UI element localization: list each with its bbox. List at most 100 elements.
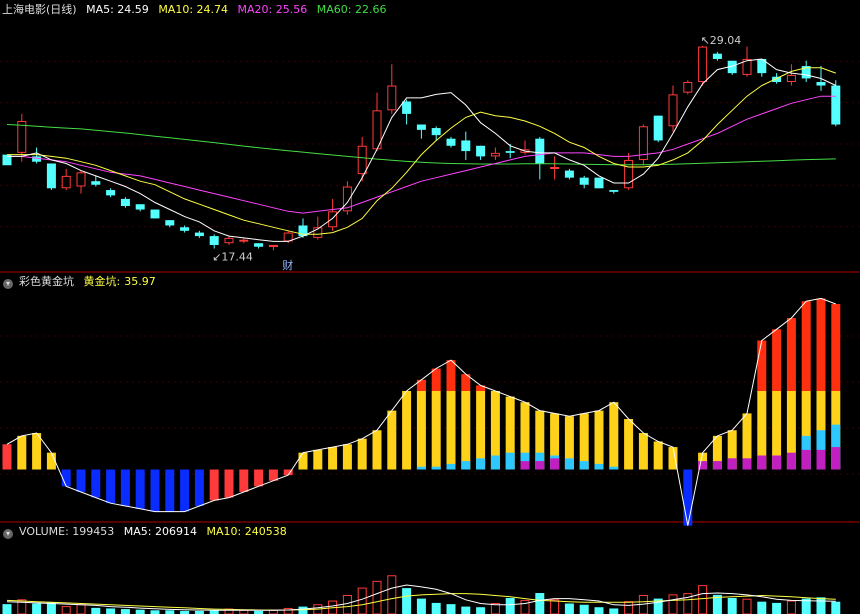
high-price-label: ↖29.04	[701, 34, 742, 47]
volume-bar	[135, 609, 145, 614]
gold-bar	[224, 469, 234, 498]
legend-ma20: MA20: 25.56	[237, 3, 308, 16]
gold-bar	[831, 447, 841, 470]
gold-bar	[416, 390, 426, 470]
gold-bar	[505, 452, 515, 470]
volume-pane-title: VOLUME: 199453	[19, 525, 115, 538]
gold-bar	[416, 379, 426, 391]
volume-bar	[786, 600, 796, 614]
candle-body	[76, 172, 86, 187]
candle-body	[535, 138, 545, 164]
candle-body	[224, 237, 234, 244]
volume-bar	[624, 601, 634, 614]
candle-body	[490, 152, 500, 157]
candle-body	[150, 209, 160, 219]
gold-bar	[816, 449, 826, 470]
gold-bar	[32, 433, 42, 470]
gold-bar	[194, 469, 204, 506]
gold-bar	[476, 390, 486, 470]
pane-menu-icon[interactable]: ▾	[3, 279, 13, 289]
gold-bar	[757, 340, 767, 391]
candle-body	[91, 181, 101, 185]
gold-bar	[594, 410, 604, 470]
volume-bar	[150, 610, 160, 614]
candle-body	[135, 204, 145, 210]
volume-bar	[831, 601, 841, 614]
gold-bar	[209, 469, 219, 501]
gold-bar	[816, 298, 826, 391]
volume-bar	[505, 597, 515, 614]
gold-bar	[91, 469, 101, 498]
gold-bar	[17, 435, 27, 470]
candle-body	[550, 167, 560, 170]
volume-bar	[594, 607, 604, 614]
volume-bar	[2, 604, 12, 614]
candle-body	[564, 170, 574, 178]
gold-pane-title: 彩色黄金坑	[19, 275, 74, 288]
candle-body	[446, 138, 456, 146]
volume-bar	[757, 601, 767, 614]
gold-bar	[579, 461, 589, 470]
candle-body	[120, 198, 130, 206]
candle-body	[461, 140, 471, 152]
candle-body	[505, 151, 515, 153]
gold-bar	[387, 410, 397, 470]
volume-bar	[476, 607, 486, 614]
ma10-line	[7, 67, 836, 235]
gold-bar	[757, 455, 767, 470]
volume-bar	[165, 610, 175, 614]
gold-bar	[609, 466, 619, 470]
volume-bar	[106, 608, 116, 614]
gold-bar	[550, 458, 560, 470]
volume-bar	[550, 599, 560, 614]
candle-body	[653, 115, 663, 141]
candle-body	[816, 82, 826, 86]
gold-bar	[712, 461, 722, 470]
ma5-line	[7, 58, 837, 242]
candle-body	[357, 145, 367, 175]
candle-body	[239, 239, 249, 242]
candle-body	[416, 124, 426, 130]
volume-bar	[461, 606, 471, 614]
event-marker-label: 财	[282, 258, 293, 272]
candle-body	[698, 46, 708, 82]
volume-bar	[91, 607, 101, 614]
gold-bar	[535, 461, 545, 470]
legend-ma5: MA5: 24.59	[86, 3, 149, 16]
chart-canvas: ↖29.04 ↙17.44 财	[0, 34, 860, 614]
volume-bar	[816, 597, 826, 614]
volume-bar	[283, 607, 293, 614]
gold-bar	[402, 390, 412, 470]
gold-bar	[772, 329, 782, 391]
gold-bar	[564, 458, 574, 470]
volume-bar	[357, 587, 367, 614]
pane-menu-icon[interactable]: ▾	[3, 529, 13, 539]
volume-ma5-label: MA5: 206914	[123, 525, 197, 538]
gold-bar	[446, 390, 456, 470]
gold-bar	[239, 469, 249, 492]
legend-ma10: MA10: 24.74	[158, 3, 229, 16]
gold-bar	[180, 469, 190, 512]
gold-bar	[801, 301, 811, 391]
gold-bar	[786, 318, 796, 391]
volume-bar	[387, 575, 397, 614]
candle-body	[431, 128, 441, 136]
volume-bar	[564, 603, 574, 614]
volume-bar	[372, 580, 382, 614]
gold-bar	[120, 469, 130, 506]
gold-bar	[446, 360, 456, 391]
gold-bar	[490, 455, 500, 470]
gold-bar	[313, 449, 323, 470]
volume-bar	[76, 604, 86, 614]
gold-bar	[416, 466, 426, 470]
price-legend: 上海电影(日线) MA5: 24.59 MA10: 24.74 MA20: 25…	[0, 2, 392, 18]
gold-bar	[431, 390, 441, 470]
candle-body	[831, 85, 841, 125]
candle-body	[254, 243, 264, 247]
gold-bar	[520, 461, 530, 470]
gold-bar	[106, 469, 116, 504]
gold-bar	[638, 433, 648, 470]
gold-bar	[76, 469, 86, 492]
gold-bar	[476, 458, 486, 470]
gold-bar	[683, 469, 693, 526]
